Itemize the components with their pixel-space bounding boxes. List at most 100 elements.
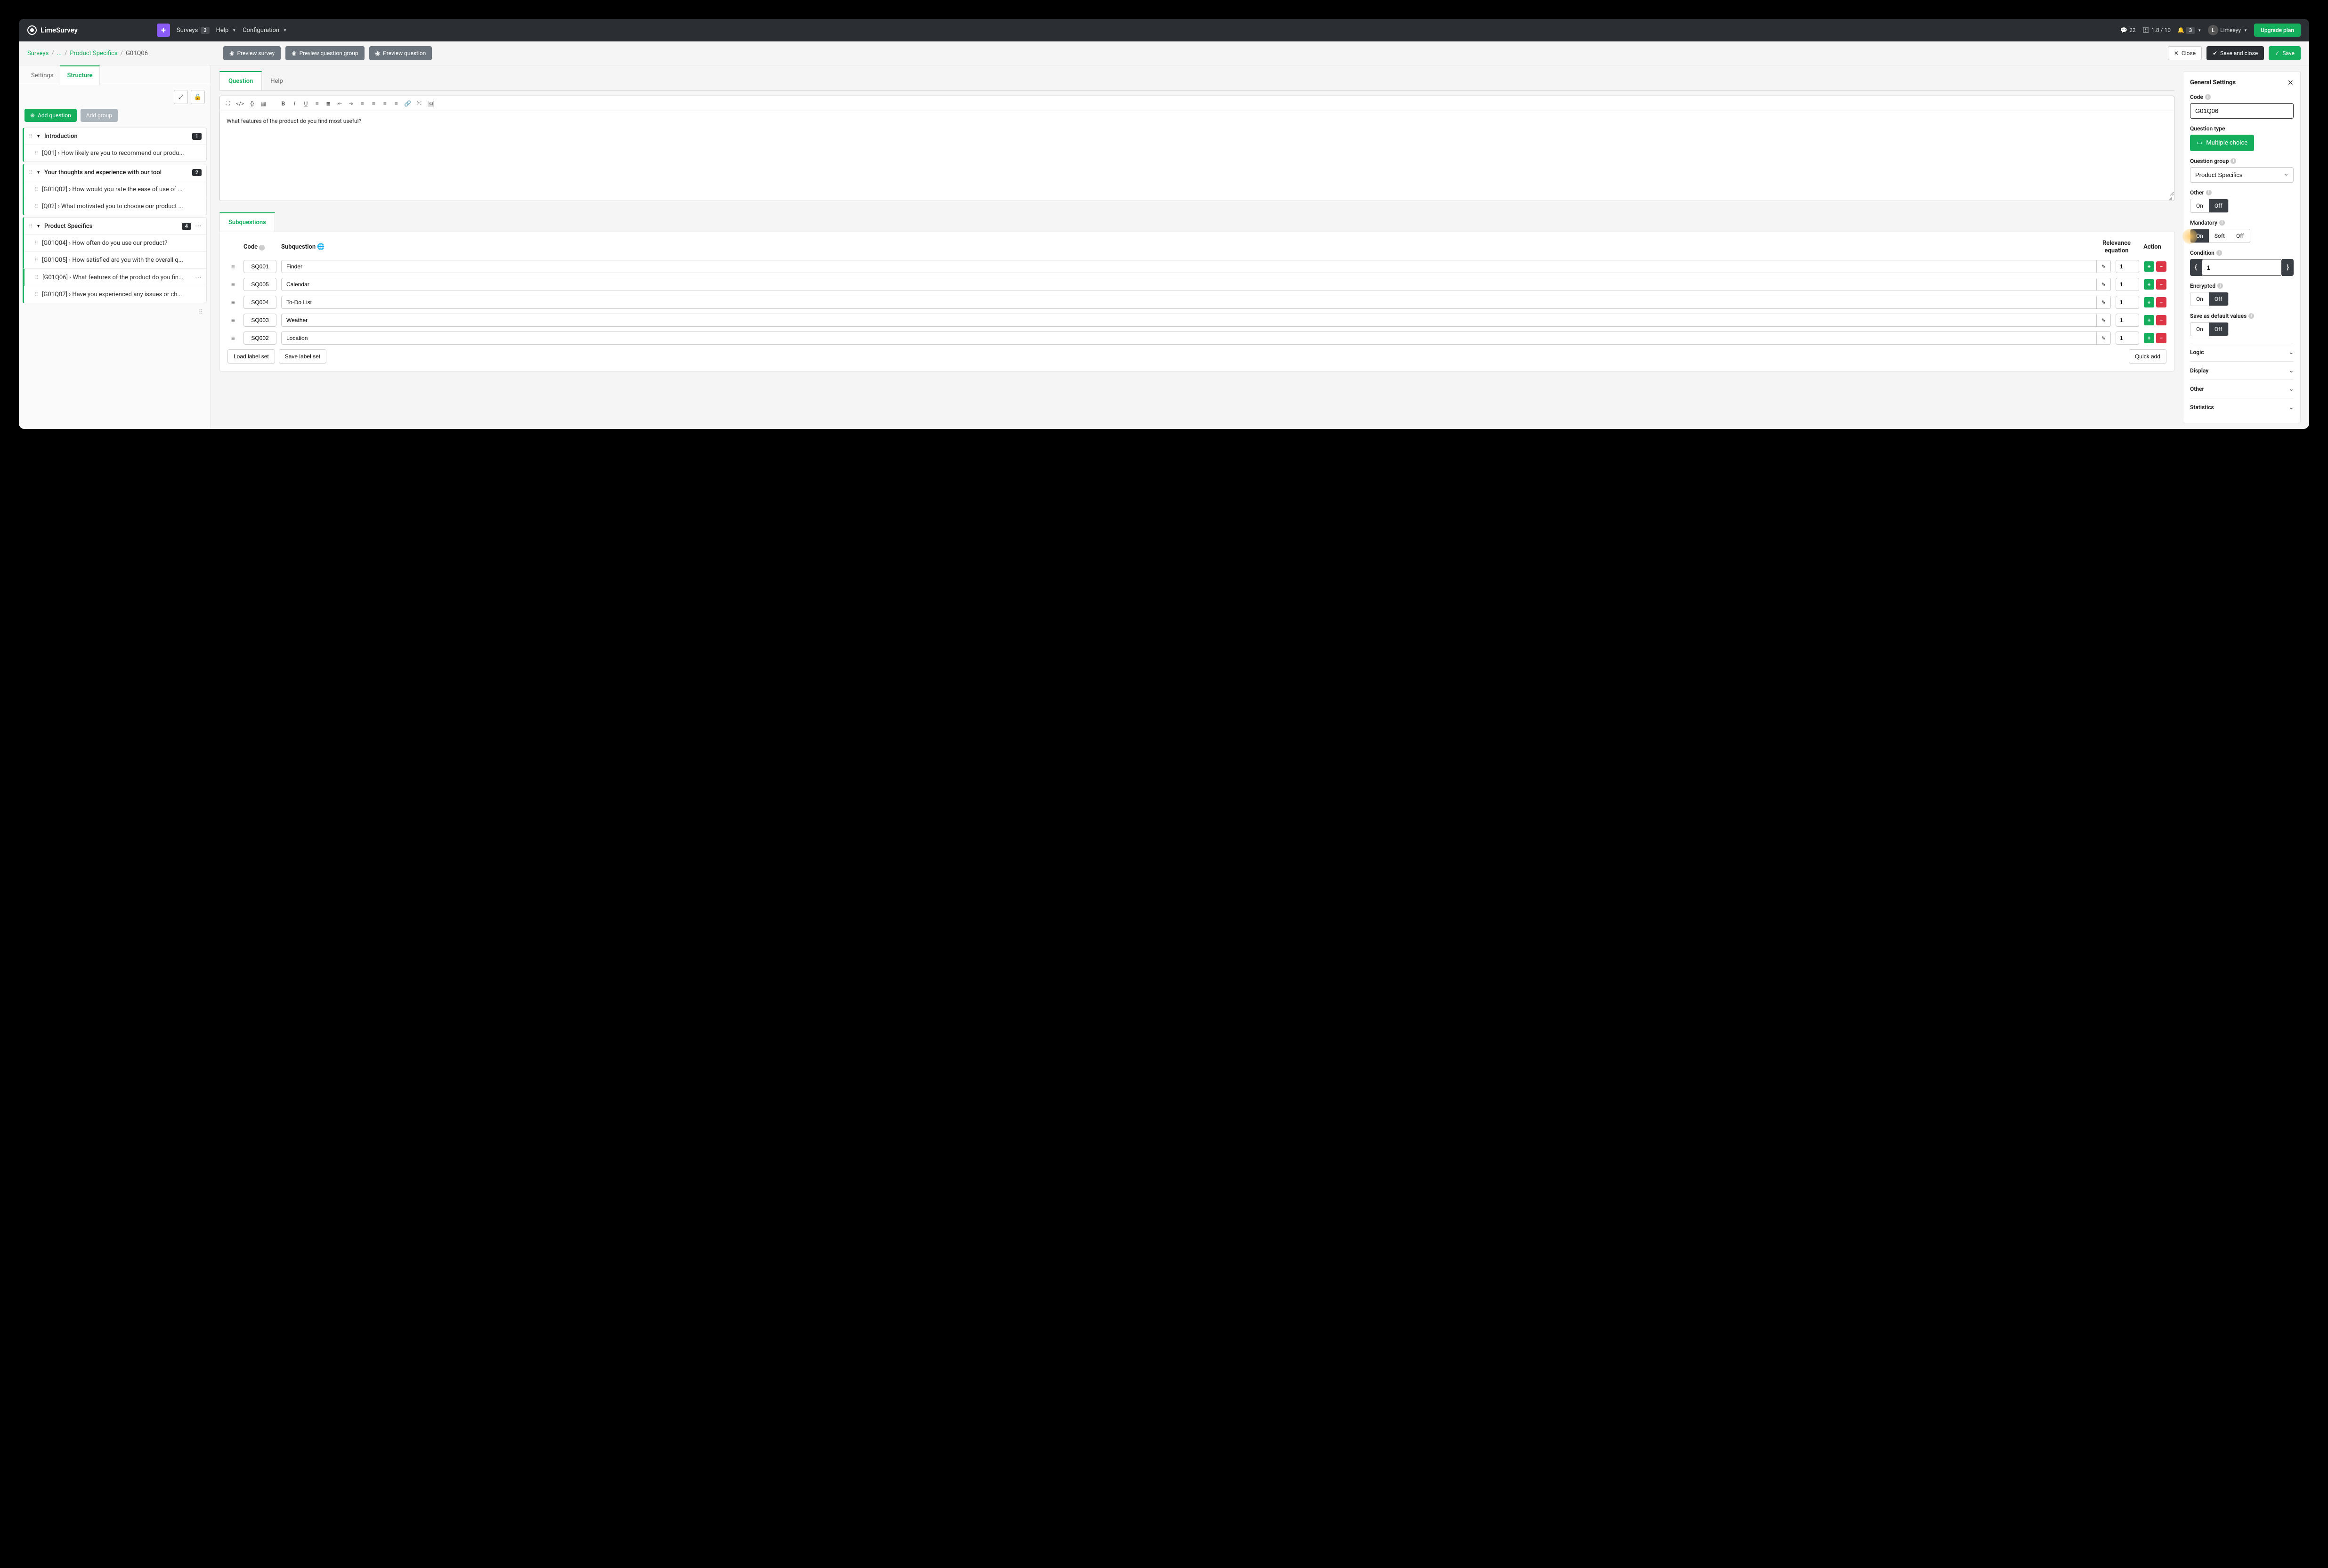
align-left-icon[interactable]: ≡ bbox=[359, 100, 365, 107]
preview-survey-button[interactable]: ◉Preview survey bbox=[223, 46, 281, 60]
save-and-close-button[interactable]: ✔Save and close bbox=[2206, 46, 2264, 60]
accordion-logic[interactable]: Logic⌄ bbox=[2190, 343, 2294, 361]
drag-icon[interactable]: ⠿ bbox=[35, 275, 39, 281]
relevance-input[interactable] bbox=[2116, 314, 2139, 327]
code-input[interactable] bbox=[2190, 103, 2294, 119]
more-icon[interactable]: ⋯ bbox=[195, 222, 202, 230]
other-on[interactable]: On bbox=[2190, 199, 2209, 212]
add-group-button[interactable]: Add group bbox=[81, 109, 118, 122]
relevance-input[interactable] bbox=[2116, 296, 2139, 309]
tree-group-header[interactable]: ⠿▼Introduction1 bbox=[24, 128, 206, 145]
question-type-button[interactable]: ▭Multiple choice bbox=[2190, 135, 2254, 151]
tree-question-item[interactable]: ⠿[Q01] › How likely are you to recommend… bbox=[24, 145, 206, 162]
encrypted-on[interactable]: On bbox=[2190, 292, 2209, 306]
notifications-stat[interactable]: 🔔 3 ▼ bbox=[2177, 27, 2201, 34]
add-question-button[interactable]: ⊕Add question bbox=[24, 109, 77, 122]
drag-icon[interactable]: ≡ bbox=[227, 316, 239, 324]
tab-question[interactable]: Question bbox=[219, 71, 262, 90]
image-icon[interactable]: 🖼 bbox=[427, 100, 434, 107]
mandatory-off[interactable]: Off bbox=[2231, 229, 2250, 242]
savedef-off[interactable]: Off bbox=[2209, 323, 2228, 336]
close-button[interactable]: ✕Close bbox=[2168, 46, 2202, 60]
tree-question-item[interactable]: ⠿[G01Q04] › How often do you use our pro… bbox=[24, 234, 206, 251]
relevance-input[interactable] bbox=[2116, 278, 2139, 291]
tree-question-item[interactable]: ⠿[Q02] › What motivated you to choose ou… bbox=[24, 198, 206, 215]
align-center-icon[interactable]: ≡ bbox=[370, 100, 377, 107]
lock-button[interactable]: 🔒 bbox=[191, 90, 205, 104]
upgrade-button[interactable]: Upgrade plan bbox=[2254, 24, 2301, 37]
user-menu[interactable]: L Limeeyy ▼ bbox=[2208, 25, 2247, 35]
add-row-button[interactable]: + bbox=[2144, 261, 2154, 272]
more-icon[interactable]: ⋯ bbox=[195, 274, 202, 281]
mandatory-soft[interactable]: Soft bbox=[2209, 229, 2231, 242]
caret-down-icon[interactable]: ▼ bbox=[36, 224, 41, 229]
tree-group-header[interactable]: ⠿▼Product Specifics4⋯ bbox=[24, 218, 206, 234]
tree-question-item[interactable]: ⠿[G01Q06] › What features of the product… bbox=[23, 268, 206, 286]
breadcrumb-group[interactable]: Product Specifics bbox=[70, 50, 117, 57]
savedef-on[interactable]: On bbox=[2190, 323, 2209, 336]
drag-icon[interactable]: ⠿ bbox=[29, 133, 32, 139]
outdent-icon[interactable]: ⇤ bbox=[336, 100, 343, 107]
delete-row-button[interactable]: − bbox=[2156, 261, 2166, 272]
drag-icon[interactable]: ≡ bbox=[227, 281, 239, 289]
accordion-other[interactable]: Other⌄ bbox=[2190, 380, 2294, 398]
nav-configuration[interactable]: Configuration ▼ bbox=[243, 27, 287, 34]
drag-icon[interactable]: ⠿ bbox=[34, 203, 38, 210]
other-off[interactable]: Off bbox=[2209, 199, 2228, 212]
indent-icon[interactable]: ⇥ bbox=[348, 100, 354, 107]
tree-question-item[interactable]: ⠿[G01Q02] › How would you rate the ease … bbox=[24, 181, 206, 198]
mandatory-on[interactable]: On bbox=[2190, 229, 2209, 242]
brackets-icon[interactable]: {} bbox=[249, 100, 255, 107]
drag-icon[interactable]: ⠿ bbox=[34, 257, 38, 263]
grid-icon[interactable]: ▦ bbox=[260, 100, 267, 107]
drag-icon[interactable]: ⠿ bbox=[34, 240, 38, 246]
underline-icon[interactable]: U bbox=[302, 100, 309, 107]
edit-icon[interactable]: ✎ bbox=[2096, 260, 2110, 273]
relevance-input[interactable] bbox=[2116, 331, 2139, 345]
accordion-display[interactable]: Display⌄ bbox=[2190, 361, 2294, 380]
subquestion-code-input[interactable] bbox=[243, 314, 276, 327]
responses-stat[interactable]: 💬 22 bbox=[2120, 27, 2135, 33]
delete-row-button[interactable]: − bbox=[2156, 297, 2166, 307]
unlink-icon[interactable]: ⤫ bbox=[416, 100, 422, 107]
edit-icon[interactable]: ✎ bbox=[2096, 296, 2110, 308]
nav-surveys[interactable]: Surveys 3 bbox=[177, 27, 210, 34]
add-row-button[interactable]: + bbox=[2144, 297, 2154, 307]
collapse-button[interactable]: ⤢ bbox=[174, 90, 188, 104]
question-group-select[interactable]: Product Specifics bbox=[2190, 167, 2294, 183]
save-label-set-button[interactable]: Save label set bbox=[279, 349, 326, 364]
tab-subquestions[interactable]: Subquestions bbox=[219, 212, 275, 232]
subquestion-code-input[interactable] bbox=[243, 296, 276, 309]
drag-icon[interactable]: ≡ bbox=[227, 263, 239, 271]
logo[interactable]: LimeSurvey bbox=[27, 25, 78, 35]
encrypted-off[interactable]: Off bbox=[2209, 292, 2228, 306]
relevance-input[interactable] bbox=[2116, 260, 2139, 273]
add-row-button[interactable]: + bbox=[2144, 333, 2154, 343]
drag-icon[interactable]: ⠿ bbox=[29, 223, 32, 229]
sidebar-tab-settings[interactable]: Settings bbox=[24, 65, 60, 85]
breadcrumb-dots[interactable]: ... bbox=[57, 50, 62, 57]
save-button[interactable]: ✓Save bbox=[2269, 46, 2301, 60]
subquestion-code-input[interactable] bbox=[243, 331, 276, 345]
add-row-button[interactable]: + bbox=[2144, 315, 2154, 325]
create-button[interactable]: + bbox=[157, 24, 170, 37]
align-justify-icon[interactable]: ≡ bbox=[393, 100, 399, 107]
drag-icon[interactable]: ⠿ bbox=[29, 170, 32, 176]
subquestion-code-input[interactable] bbox=[243, 278, 276, 291]
resize-handle-icon[interactable]: ◢ bbox=[220, 196, 2174, 201]
drag-icon[interactable]: ≡ bbox=[227, 299, 239, 307]
source-icon[interactable]: </> bbox=[236, 100, 244, 107]
drag-icon[interactable]: ⠿ bbox=[34, 186, 38, 193]
caret-down-icon[interactable]: ▼ bbox=[36, 134, 41, 139]
drag-icon[interactable]: ⠿ bbox=[34, 291, 38, 298]
storage-stat[interactable]: 🗄 1.8 / 10 bbox=[2142, 27, 2171, 33]
link-icon[interactable]: 🔗 bbox=[404, 100, 411, 107]
caret-down-icon[interactable]: ▼ bbox=[36, 170, 41, 175]
tree-question-item[interactable]: ⠿[G01Q05] › How satisfied are you with t… bbox=[24, 251, 206, 268]
delete-row-button[interactable]: − bbox=[2156, 315, 2166, 325]
italic-icon[interactable]: I bbox=[291, 100, 298, 107]
fullscreen-icon[interactable]: ⛶ bbox=[225, 100, 231, 107]
edit-icon[interactable]: ✎ bbox=[2096, 278, 2110, 291]
breadcrumb-surveys[interactable]: Surveys bbox=[27, 50, 49, 57]
drag-icon[interactable]: ⠿ bbox=[34, 150, 38, 156]
